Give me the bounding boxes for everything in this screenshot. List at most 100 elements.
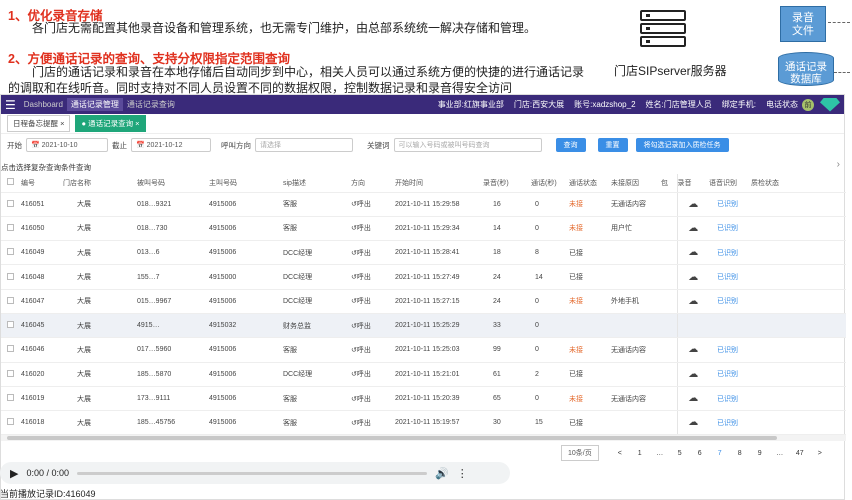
cell-asr[interactable]: 已识别	[709, 386, 751, 412]
row-checkbox[interactable]	[7, 369, 14, 377]
cloud-download-icon[interactable]: ☁	[688, 369, 698, 380]
cell-callee: 185…45756	[137, 410, 209, 436]
col-status[interactable]: 通话状态	[569, 174, 611, 193]
row-checkbox[interactable]	[7, 248, 14, 256]
col-id[interactable]: 编号	[21, 174, 63, 193]
cell-id: 416019	[21, 386, 63, 412]
col-recording[interactable]: 录音	[676, 174, 709, 193]
breadcrumb-call-query[interactable]: 通话记录查询	[127, 99, 175, 110]
cloud-download-icon[interactable]: ☁	[688, 393, 698, 404]
table-row[interactable]: 416047 大展 015…9967 4915006 DCC经理 ↺呼出 2021-10-1…	[1, 289, 846, 314]
section-2-line1: 门店的通话记录和录音在本地存储后自动同步到中心，相关人员可以通过系统方便的快捷的…	[32, 65, 585, 79]
page-number[interactable]: 47	[791, 446, 809, 460]
page-number[interactable]: 1	[631, 446, 649, 460]
col-start-time[interactable]: 开始时间	[395, 174, 483, 193]
direction-select[interactable]: 请选择	[255, 138, 353, 152]
page-number[interactable]: …	[771, 446, 789, 460]
row-checkbox[interactable]	[7, 418, 14, 426]
col-asr[interactable]: 语音识别	[709, 174, 751, 193]
cell-status: 已接	[569, 264, 611, 290]
end-date-input[interactable]: 📅 2021-10-12	[131, 138, 211, 152]
table-row[interactable]: 416045 大展 4915… 4915032 财务总监 ↺呼出 2021-10-11 15…	[1, 313, 846, 339]
add-qc-task-button[interactable]: 将勾选记录加入质检任务	[635, 138, 729, 152]
keyword-input[interactable]: 可以输入号码或被叫号码查询	[393, 138, 542, 152]
menu-icon[interactable]: ☰	[5, 98, 16, 112]
page-number[interactable]: 5	[671, 446, 689, 460]
top-bar: ☰ Dashboard 通话记录管理 通话记录查询 事业部:红旗事业部 门店:西…	[1, 95, 844, 114]
cell-status: 已接	[569, 410, 611, 436]
audio-progress[interactable]	[77, 471, 428, 475]
row-checkbox[interactable]	[7, 321, 14, 329]
cell-asr[interactable]: 已识别	[709, 264, 751, 290]
row-checkbox[interactable]	[7, 345, 14, 353]
cloud-download-icon[interactable]: ☁	[688, 344, 698, 355]
select-all-checkbox[interactable]	[7, 178, 14, 186]
table-row[interactable]: 416050 大展 018…730 4915006 客服 ↺呼出 2021-10-11 15…	[1, 216, 846, 242]
diamond-icon[interactable]	[820, 97, 840, 112]
row-checkbox[interactable]	[7, 223, 14, 231]
col-pkg[interactable]: 包	[661, 174, 677, 193]
table-row[interactable]: 416020 大展 185…5870 4915006 DCC经理 ↺呼出 2021-10-1…	[1, 362, 846, 387]
start-date-input[interactable]: 📅 2021-10-10	[26, 138, 108, 152]
cell-asr[interactable]: 已识别	[709, 240, 751, 266]
table-row[interactable]: 416051 大展 018…9321 4915006 客服 ↺呼出 2021-10-11 1…	[1, 192, 846, 217]
cell-asr[interactable]: 已识别	[709, 192, 751, 217]
avatar[interactable]: 前	[802, 98, 814, 111]
table-row[interactable]: 416049 大展 013…6 4915006 DCC经理 ↺呼出 2021-10-11 1…	[1, 240, 846, 266]
chevron-right-icon[interactable]: ›	[837, 159, 840, 170]
horizontal-scrollbar[interactable]	[1, 435, 846, 441]
page-number[interactable]: …	[651, 446, 669, 460]
tab-call-query[interactable]: ● 通话记录查询 ×	[75, 115, 146, 132]
col-caller[interactable]: 主叫号码	[209, 174, 283, 193]
cloud-download-icon[interactable]: ☁	[688, 296, 698, 307]
table-row[interactable]: 416048 大展 155…7 4915000 DCC经理 ↺呼出 2021-10-11 1…	[1, 264, 846, 290]
cell-asr[interactable]: 已识别	[709, 410, 751, 436]
cloud-download-icon[interactable]: ☁	[688, 417, 698, 428]
bind-phone[interactable]: 绑定手机:	[722, 99, 756, 110]
page-number[interactable]: 9	[751, 446, 769, 460]
col-callee[interactable]: 被叫号码	[137, 174, 209, 193]
row-checkbox[interactable]	[7, 296, 14, 304]
next-page-button[interactable]: >	[811, 446, 829, 460]
cloud-download-icon[interactable]: ☁	[688, 223, 698, 234]
reset-button[interactable]: 重置	[597, 138, 628, 152]
col-reason[interactable]: 未接原因	[611, 174, 661, 193]
row-checkbox[interactable]	[7, 272, 14, 280]
col-qc-status[interactable]: 质检状态	[751, 174, 846, 193]
connector-line	[828, 22, 850, 23]
cell-asr[interactable]: 已识别	[709, 362, 751, 387]
prev-page-button[interactable]: <	[611, 446, 629, 460]
col-direction[interactable]: 方向	[351, 174, 395, 193]
page-number[interactable]: 7	[711, 446, 729, 460]
cell-asr[interactable]: 已识别	[709, 337, 751, 363]
table-row[interactable]: 416046 大展 017…5960 4915006 客服 ↺呼出 2021-10-11 1…	[1, 337, 846, 363]
cell-reason: 无通话内容	[611, 337, 661, 363]
cell-sip: DCC经理	[283, 362, 351, 387]
advanced-query-link[interactable]: 点击选择复杂查询条件查询 ›	[1, 156, 844, 174]
more-icon[interactable]: ⋮	[457, 467, 468, 480]
row-checkbox[interactable]	[7, 199, 14, 207]
cloud-download-icon[interactable]: ☁	[688, 272, 698, 283]
app-name[interactable]: Dashboard	[24, 100, 63, 109]
volume-icon[interactable]: 🔊	[435, 467, 449, 480]
cloud-download-icon[interactable]: ☁	[688, 199, 698, 210]
cell-asr[interactable]: 已识别	[709, 289, 751, 314]
page-number[interactable]: 8	[731, 446, 749, 460]
cell-asr[interactable]: 已识别	[709, 216, 751, 242]
page-number[interactable]: 6	[691, 446, 709, 460]
table-row[interactable]: 416019 大展 173…9111 4915006 客服 ↺呼出 2021-10-11 1…	[1, 386, 846, 412]
breadcrumb-call-management[interactable]: 通话记录管理	[66, 98, 123, 111]
search-button[interactable]: 查询	[555, 138, 586, 152]
col-store[interactable]: 门店名称	[63, 174, 137, 193]
cell-asr[interactable]	[709, 313, 751, 339]
col-rec-sec[interactable]: 录音(秒)	[483, 174, 531, 193]
col-sip[interactable]: sip描述	[283, 174, 351, 193]
cell-reason	[611, 362, 661, 387]
cloud-download-icon[interactable]: ☁	[688, 247, 698, 258]
page-size-select[interactable]: 10条/页	[561, 445, 599, 461]
col-talk-sec[interactable]: 通话(秒)	[531, 174, 569, 193]
tab-schedule[interactable]: 日程备忘提醒 ×	[7, 115, 71, 132]
table-row[interactable]: 416018 大展 185…45756 4915006 客服 ↺呼出 2021-10-11 …	[1, 410, 846, 436]
row-checkbox[interactable]	[7, 394, 14, 402]
play-icon[interactable]: ▶	[10, 467, 18, 480]
